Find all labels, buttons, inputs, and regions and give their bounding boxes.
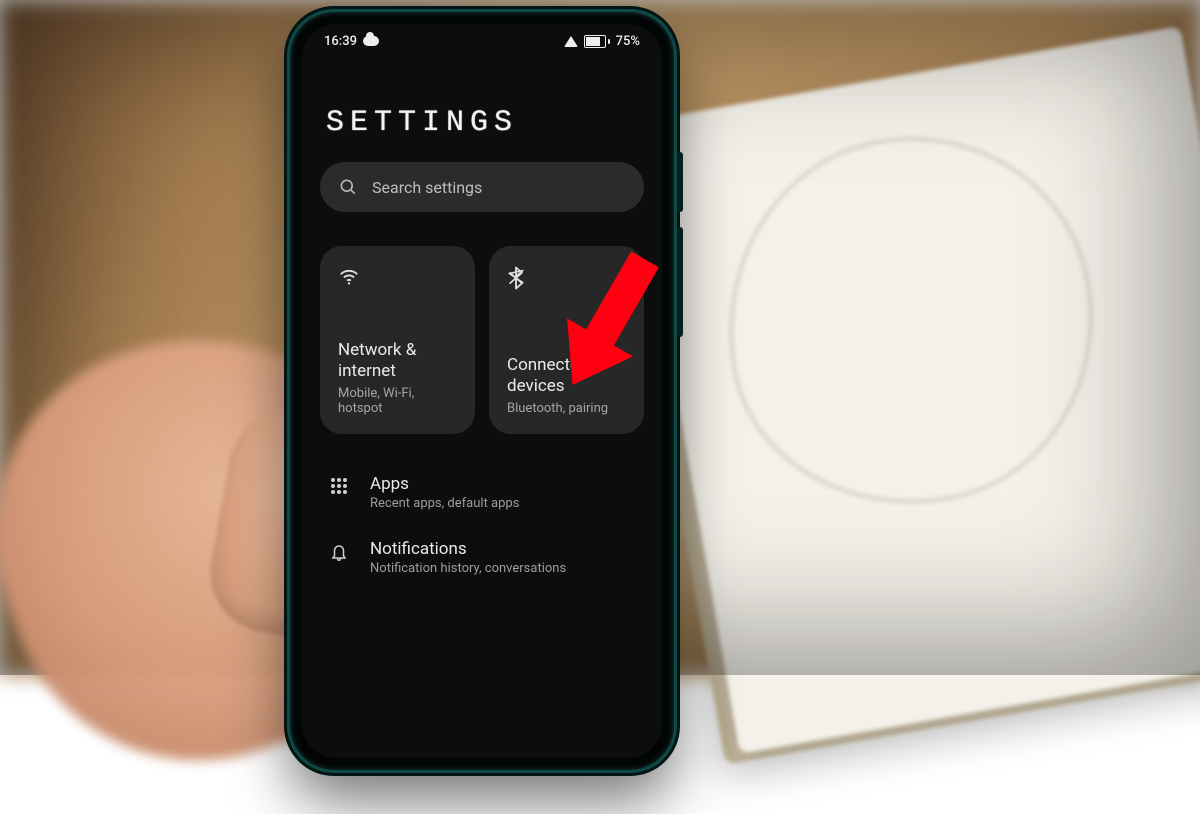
settings-list: Apps Recent apps, default apps Notificat… [302,460,662,590]
search-placeholder: Search settings [372,178,482,197]
card-title: Connected devices [507,355,626,397]
power-button [677,227,683,337]
volume-button [677,152,683,212]
row-subtitle: Recent apps, default apps [370,496,519,511]
card-title: Network & internet [338,340,457,382]
wifi-icon [338,266,457,290]
notifications-row[interactable]: Notifications Notification history, conv… [302,525,662,590]
battery-percent: 75% [616,34,640,49]
wifi-icon [564,36,578,47]
row-subtitle: Notification history, conversations [370,561,566,576]
search-icon [338,177,358,197]
card-subtitle: Mobile, Wi-Fi, hotspot [338,386,457,416]
phone-screen: 16:39 75% SETTINGS Search settings [302,24,662,758]
search-settings[interactable]: Search settings [320,162,644,212]
bell-icon [328,539,350,562]
network-internet-card[interactable]: Network & internet Mobile, Wi-Fi, hotspo… [320,246,475,434]
quick-cards: Network & internet Mobile, Wi-Fi, hotspo… [320,246,644,434]
page-title: SETTINGS [302,58,662,162]
row-title: Apps [370,474,519,494]
row-title: Notifications [370,539,566,559]
bluetooth-icon [507,266,626,290]
cloud-icon [363,36,379,46]
battery-icon [584,35,610,48]
status-bar: 16:39 75% [302,24,662,58]
card-subtitle: Bluetooth, pairing [507,401,626,416]
status-time: 16:39 [324,34,357,49]
apps-row[interactable]: Apps Recent apps, default apps [302,460,662,525]
connected-devices-card[interactable]: Connected devices Bluetooth, pairing [489,246,644,434]
phone-frame: 16:39 75% SETTINGS Search settings [290,12,674,770]
apps-icon [328,474,350,495]
